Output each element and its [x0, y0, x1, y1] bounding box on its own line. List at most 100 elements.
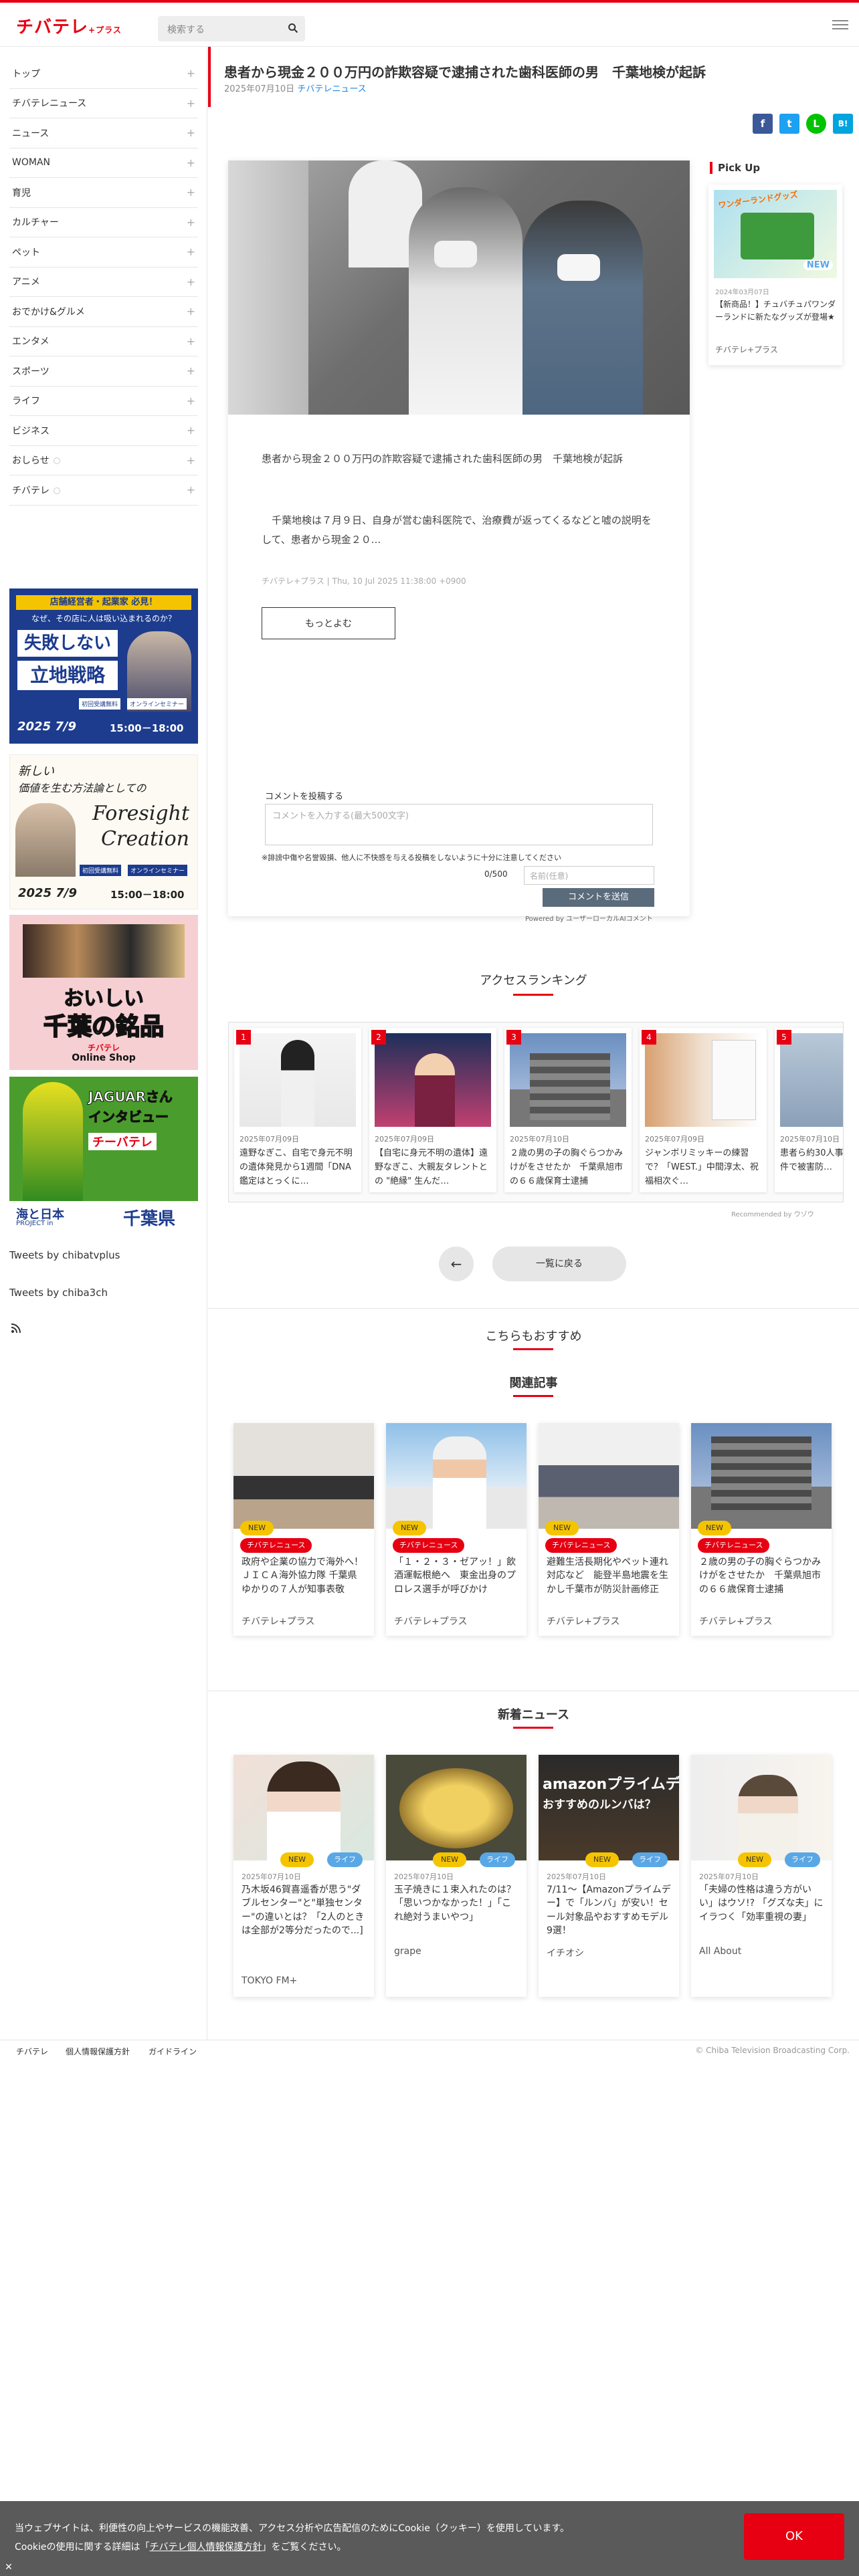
- related-article-card[interactable]: NEW チバテレニュース ２歳の男の子の胸ぐらつかみけがをさせたか 千葉県旭市の…: [691, 1423, 832, 1636]
- ranking-title[interactable]: 遠野なぎこ、自宅で身元不明の遺体発見から1週間「DNA鑑定はとっくに…: [240, 1147, 357, 1186]
- line-share-icon[interactable]: L: [806, 114, 826, 134]
- search-bar[interactable]: 検索する: [158, 16, 305, 41]
- ranking-item[interactable]: 3 2025年07月10日 ２歳の男の子の胸ぐらつかみけがをさせたか 千葉県旭市…: [504, 1028, 632, 1192]
- sidebar-item-anime[interactable]: アニメ +: [9, 267, 198, 297]
- pickup-title[interactable]: 【新商品！】チュバチュパワンダーランドに新たなグッズが登場★: [715, 298, 836, 324]
- related-article-card[interactable]: NEW チバテレニュース 避難生活長期化やペット連れ対応など 能登半島地震を生か…: [539, 1423, 679, 1636]
- facebook-share-icon[interactable]: f: [753, 114, 773, 134]
- related-title: 避難生活長期化やペット連れ対応など 能登半島地震を生かし千葉市が防災計画修正: [547, 1557, 668, 1595]
- category-badge: チバテレニュース: [698, 1538, 770, 1553]
- circle-icon: [53, 457, 60, 465]
- related-heading: 関連記事: [509, 1376, 558, 1390]
- cookie-privacy-link[interactable]: チバテレ個人情報保護方針: [150, 2542, 262, 2553]
- rss-icon[interactable]: [11, 1323, 21, 1333]
- ranking-title[interactable]: 患者ら約30人事！千葉市の事件で被害防…: [780, 1147, 843, 1186]
- footer-link-chibatele[interactable]: チバテレ: [16, 2046, 48, 2057]
- plus-icon: +: [186, 364, 195, 378]
- twitter-timeline-link-2[interactable]: Tweets by chiba3ch: [9, 1287, 108, 1299]
- latest-thumbnail-text-2: おすすめのルンバは？: [543, 1798, 656, 1812]
- rank-number: 2: [371, 1030, 386, 1045]
- sidebar-item-pet[interactable]: ペット +: [9, 237, 198, 267]
- plus-icon: +: [186, 424, 195, 437]
- ranking-item[interactable]: 1 2025年07月09日 遠野なぎこ、自宅で身元不明の遺体発見から1週間「DN…: [234, 1028, 361, 1192]
- related-article-card[interactable]: NEW チバテレニュース 「１・２・３・ゼアッ！」飲酒運転根絶へ 東金出身のプロ…: [386, 1423, 527, 1636]
- latest-article-card[interactable]: NEW ライフ 2025年07月10日 乃木坂46賀喜遥香が思う"ダブルセンター…: [233, 1755, 374, 1997]
- sidebar-item-life[interactable]: ライフ +: [9, 387, 198, 416]
- banner-tag: 初回受講無料: [79, 698, 121, 710]
- related-article-card[interactable]: NEW チバテレニュース 政府や企業の協力で海外へ！ＪＩＣＡ海外協力隊 千葉県ゆ…: [233, 1423, 374, 1636]
- ranking-title[interactable]: ジャンボリミッキーの練習で？「WEST.」中間淳太、祝福相次ぐ…: [645, 1147, 763, 1186]
- recommended-by[interactable]: Recommended by ウゾウ: [731, 1208, 814, 1218]
- ranking-title[interactable]: 【自宅に身元不明の遺体】遠野なぎこ、大親友タレントとの "絶縁" 生んだ…: [375, 1147, 492, 1186]
- banner-jaguar-interview[interactable]: JAGUARさん インタビュー チーバテレ 海と日本 PROJECT in 千葉…: [9, 1077, 198, 1232]
- plus-icon: +: [186, 453, 195, 467]
- pickup-image-caption: ワンダーランドグッズ: [717, 190, 799, 211]
- pickup-card[interactable]: ワンダーランドグッズ NEW 2024年03月07日 【新商品！】チュバチュパワ…: [708, 185, 842, 365]
- ranking-thumbnail: [780, 1033, 843, 1127]
- latest-title: 乃木坂46賀喜遥香が思う"ダブルセンター"と"単独センター"の違いとは？「2人の…: [242, 1885, 365, 1936]
- comment-textarea[interactable]: コメントを入力する(最大500文字): [265, 804, 653, 845]
- banner-time: 15:00－18:00: [110, 722, 184, 734]
- sidebar-item-entertainment[interactable]: エンタメ +: [9, 327, 198, 356]
- ranking-title[interactable]: ２歳の男の子の胸ぐらつかみけがをさせたか 千葉県旭市の６６歳保育士逮捕: [510, 1147, 628, 1186]
- sidebar-item-chibatele-news[interactable]: チバテレニュース +: [9, 89, 198, 118]
- latest-article-card[interactable]: amazonプライムデ おすすめのルンバは？ NEW ライフ 2025年07月1…: [539, 1755, 679, 1997]
- ranking-thumbnail: [510, 1033, 626, 1127]
- sidebar-item-outing-gourmet[interactable]: おでかけ&グルメ +: [9, 297, 198, 327]
- comment-name-field[interactable]: 名前(任意): [524, 866, 654, 885]
- banner-products-image: [23, 924, 185, 978]
- banner-person-image: [15, 803, 76, 877]
- article-hero-image: [228, 160, 690, 415]
- back-to-list-button[interactable]: 一覧に戻る: [492, 1247, 626, 1281]
- sidebar-item-business[interactable]: ビジネス +: [9, 416, 198, 446]
- search-input[interactable]: 検索する: [167, 23, 205, 36]
- twitter-share-icon[interactable]: t: [779, 114, 799, 134]
- cookie-ok-button[interactable]: OK: [744, 2513, 844, 2560]
- sidebar-item-notice[interactable]: おしらせ +: [9, 446, 198, 475]
- sidebar-item-top[interactable]: トップ +: [9, 59, 198, 89]
- ranking-item[interactable]: 4 2025年07月09日 ジャンボリミッキーの練習で？「WEST.」中間淳太、…: [640, 1028, 767, 1192]
- footer-link-guidelines[interactable]: ガイドライン: [149, 2046, 197, 2057]
- banner-location-strategy[interactable]: 店舗経営者・起業家 必見！ なぜ、その店に人は吸い込まれるのか？ 失敗しない 立…: [9, 588, 198, 744]
- new-badge: NEW: [698, 1521, 732, 1535]
- sidebar-item-parenting[interactable]: 育児 +: [9, 178, 198, 208]
- sidebar-item-culture[interactable]: カルチャー +: [9, 208, 198, 237]
- hero-building-pillar: [228, 160, 308, 415]
- latest-thumbnail-text: amazonプライムデ: [543, 1776, 679, 1793]
- comment-submit-button[interactable]: コメントを送信: [543, 888, 654, 907]
- ranking-thumbnail: [240, 1033, 356, 1127]
- latest-article-card[interactable]: NEW ライフ 2025年07月10日 「夫婦の性格は違う方がいい」はウソ!? …: [691, 1755, 832, 1997]
- latest-date: 2025年07月10日: [242, 1872, 301, 1881]
- banner-foresight-creation[interactable]: 新しい 価値を生む方法論としての Foresight Creation 初回受講…: [9, 754, 198, 909]
- banner-main-text: JAGUARさん: [88, 1089, 173, 1105]
- sidebar-nav: トップ + チバテレニュース + ニュース + WOMAN + 育児 + カルチャー + ペ…: [9, 59, 198, 506]
- sidebar-item-woman[interactable]: WOMAN +: [9, 148, 198, 178]
- latest-article-card[interactable]: NEW ライフ 2025年07月10日 玉子焼きに１束入れたのは？「思いつかなか…: [386, 1755, 527, 1997]
- hatena-share-icon[interactable]: B!: [833, 114, 853, 134]
- ranking-item[interactable]: 2 2025年07月09日 【自宅に身元不明の遺体】遠野なぎこ、大親友タレントと…: [369, 1028, 496, 1192]
- menu-icon[interactable]: [832, 17, 848, 32]
- new-badge: NEW: [433, 1852, 467, 1867]
- section-divider: [208, 1308, 859, 1309]
- sidebar-item-sports[interactable]: スポーツ +: [9, 356, 198, 387]
- back-arrow-icon[interactable]: ←: [439, 1247, 474, 1281]
- banner-online-shop[interactable]: おいしい 千葉の銘品 チバテレ Online Shop: [9, 915, 198, 1070]
- close-icon[interactable]: ✕: [3, 2561, 15, 2573]
- ranking-carousel[interactable]: 1 2025年07月09日 遠野なぎこ、自宅で身元不明の遺体発見から1週間「DN…: [228, 1022, 844, 1202]
- article-date: 2025年07月10日: [224, 84, 295, 94]
- sidebar-item-chibatele[interactable]: チバテレ +: [9, 475, 198, 506]
- banner-foot-text-2: PROJECT in: [16, 1220, 54, 1227]
- category-badge: チバテレニュース: [545, 1538, 617, 1553]
- cookie-text-2: Cookieの使用に関する詳細は「チバテレ個人情報保護方針」をご覧ください。: [15, 2542, 347, 2553]
- article-category-link[interactable]: チバテレニュース: [297, 84, 366, 94]
- pickup-image-badge: NEW: [803, 260, 833, 270]
- site-logo[interactable]: チバテレ+プラス: [16, 13, 122, 38]
- ranking-item[interactable]: 5 2025年07月10日 患者ら約30人事！千葉市の事件で被害防…: [775, 1028, 843, 1192]
- footer-link-privacy[interactable]: 個人情報保護方針: [66, 2046, 130, 2057]
- read-more-button[interactable]: もっとよむ: [262, 607, 395, 639]
- comment-powered-by[interactable]: Powered by ユーザーローカルAIコメント: [525, 913, 653, 923]
- search-icon[interactable]: [288, 23, 298, 33]
- banner-time: 15:00－18:00: [110, 889, 185, 901]
- twitter-timeline-link-1[interactable]: Tweets by chibatvplus: [9, 1249, 120, 1261]
- sidebar-item-news[interactable]: ニュース +: [9, 118, 198, 148]
